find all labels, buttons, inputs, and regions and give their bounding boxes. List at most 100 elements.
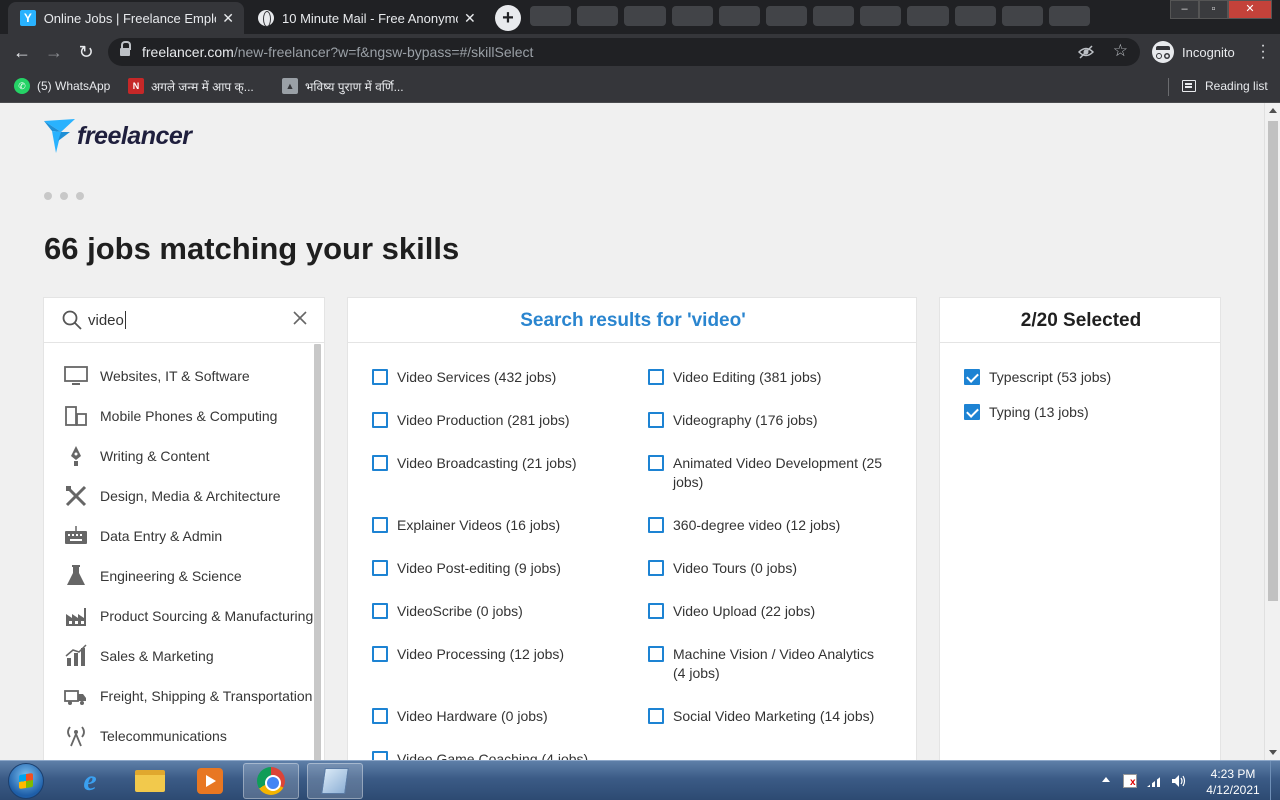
reload-icon[interactable]: ↻ (74, 40, 98, 64)
taskbar-chrome[interactable] (243, 763, 299, 799)
back-arrow-icon[interactable]: ← (10, 40, 34, 64)
design-tools-icon (65, 485, 87, 507)
category-design-media-architecture[interactable]: Design, Media & Architecture (64, 476, 314, 516)
page-scrollbar[interactable] (1264, 103, 1280, 760)
skill-option[interactable]: Video Processing (12 jobs) (372, 645, 612, 664)
skill-option-label: Video Upload (22 jobs) (673, 603, 816, 619)
skill-option[interactable]: Videography (176 jobs) (648, 411, 888, 430)
skill-option[interactable]: VideoScribe (0 jobs) (372, 602, 612, 621)
skill-checkbox[interactable] (648, 560, 664, 576)
skill-checkbox[interactable] (372, 369, 388, 385)
skill-checkbox[interactable] (648, 412, 664, 428)
bookmark-star-icon[interactable]: ☆ (1113, 41, 1128, 61)
browser-menu-icon[interactable]: · · · (1260, 38, 1266, 66)
category-writing-content[interactable]: Writing & Content (64, 436, 314, 476)
action-center-flag-icon[interactable] (1123, 774, 1137, 788)
category-telecommunications[interactable]: Telecommunications (64, 716, 314, 756)
forward-arrow-icon[interactable]: → (42, 40, 66, 64)
incognito-badge[interactable]: Incognito (1146, 38, 1241, 66)
tab-freelancer[interactable]: Y Online Jobs | Freelance Employm ✕ (8, 2, 244, 34)
skill-checkbox[interactable] (372, 560, 388, 576)
skill-option[interactable]: Social Video Marketing (14 jobs) (648, 707, 888, 726)
tab-close-icon[interactable]: ✕ (222, 10, 234, 27)
new-tab-button[interactable]: + (495, 5, 521, 31)
scroll-up-arrow-icon[interactable] (1269, 108, 1277, 113)
start-button[interactable] (8, 763, 44, 799)
skill-checkbox[interactable] (648, 455, 664, 471)
network-signal-icon[interactable] (1147, 775, 1163, 787)
tracking-blocked-eye-icon[interactable] (1078, 44, 1094, 60)
freelancer-favicon-icon: Y (20, 10, 36, 26)
category-scrollbar[interactable] (313, 344, 321, 760)
skill-checkbox[interactable] (648, 646, 664, 662)
taskbar-app-window[interactable] (307, 763, 363, 799)
tab-close-icon[interactable]: ✕ (464, 10, 476, 27)
taskbar-media-player[interactable] (182, 763, 238, 799)
skill-checkbox[interactable] (372, 646, 388, 662)
bookmark-hindi-article-1[interactable]: N अगले जन्म में आप क्... (128, 76, 254, 96)
bookmark-hindi-article-2[interactable]: ▲ भविष्य पुराण में वर्णि... (282, 76, 404, 96)
skill-option[interactable]: Video Upload (22 jobs) (648, 602, 888, 621)
skill-option[interactable]: Explainer Videos (16 jobs) (372, 516, 612, 535)
skill-checkbox[interactable] (648, 603, 664, 619)
scrollbar-thumb[interactable] (314, 344, 321, 760)
skill-checkbox[interactable] (372, 455, 388, 471)
scroll-down-arrow-icon[interactable] (1269, 750, 1277, 755)
skill-option[interactable]: Video Game Coaching (4 jobs) (372, 750, 612, 760)
tab-10-minute-mail[interactable]: 10 Minute Mail - Free Anonymou ✕ (246, 2, 486, 34)
skill-option[interactable]: Video Services (432 jobs) (372, 368, 612, 387)
category-freight-shipping-transportation[interactable]: Freight, Shipping & Transportation (64, 676, 314, 716)
skill-checkbox[interactable] (648, 517, 664, 533)
category-product-sourcing-manufacturing[interactable]: Product Sourcing & Manufacturing (64, 596, 314, 636)
skill-checkbox[interactable] (372, 412, 388, 428)
skill-checkbox[interactable] (372, 708, 388, 724)
volume-icon[interactable] (1172, 775, 1186, 787)
skill-option[interactable]: Video Hardware (0 jobs) (372, 707, 612, 726)
chrome-icon (257, 767, 285, 795)
selected-skill[interactable]: Typing (13 jobs) (964, 403, 1204, 422)
skill-checkbox[interactable] (372, 751, 388, 760)
clear-search-icon[interactable] (291, 309, 309, 327)
url-text[interactable]: freelancer.com/new-freelancer?w=f&ngsw-b… (142, 44, 533, 60)
browser-tab-strip: Y Online Jobs | Freelance Employm ✕ 10 M… (0, 0, 1280, 34)
selected-skill-checkbox[interactable] (964, 404, 980, 420)
restore-button[interactable]: ▫ (1199, 0, 1228, 19)
globe-icon (258, 10, 274, 27)
skill-option[interactable]: Video Production (281 jobs) (372, 411, 612, 430)
system-clock[interactable]: 4:23 PM 4/12/2021 (1192, 766, 1274, 798)
skill-option[interactable]: Video Editing (381 jobs) (648, 368, 888, 387)
taskbar-file-explorer[interactable] (122, 763, 178, 799)
background-tabs[interactable] (530, 6, 1091, 28)
skill-option[interactable]: Video Broadcasting (21 jobs) (372, 454, 612, 473)
selected-skill-checkbox[interactable] (964, 369, 980, 385)
close-window-button[interactable]: ✕ (1228, 0, 1272, 19)
scrollbar-thumb[interactable] (1268, 121, 1278, 601)
category-mobile-computing[interactable]: Mobile Phones & Computing (64, 396, 314, 436)
category-sales-marketing[interactable]: Sales & Marketing (64, 636, 314, 676)
taskbar-internet-explorer[interactable]: e (62, 763, 118, 799)
lock-icon[interactable] (120, 41, 131, 57)
show-desktop-button[interactable] (1270, 761, 1280, 800)
category-data-entry-admin[interactable]: Data Entry & Admin (64, 516, 314, 556)
category-websites-it-software[interactable]: Websites, IT & Software (64, 356, 314, 396)
skill-search-input[interactable] (88, 309, 288, 331)
whatsapp-icon: ✆ (14, 78, 30, 94)
skill-checkbox[interactable] (372, 603, 388, 619)
bookmark-whatsapp[interactable]: ✆ (5) WhatsApp (14, 76, 110, 96)
skill-checkbox[interactable] (372, 517, 388, 533)
skill-option[interactable]: Video Tours (0 jobs) (648, 559, 888, 578)
freelancer-logo[interactable]: freelancer (44, 119, 192, 153)
skill-option[interactable]: 360-degree video (12 jobs) (648, 516, 888, 535)
skill-option[interactable]: Machine Vision / Video Analytics (4 jobs… (648, 645, 888, 683)
reading-list-button[interactable]: Reading list (1182, 76, 1268, 96)
category-engineering-science[interactable]: Engineering & Science (64, 556, 314, 596)
address-bar[interactable]: freelancer.com/new-freelancer?w=f&ngsw-b… (108, 38, 1140, 66)
skill-checkbox[interactable] (648, 369, 664, 385)
skill-option[interactable]: Video Post-editing (9 jobs) (372, 559, 612, 578)
skill-checkbox[interactable] (648, 708, 664, 724)
show-hidden-icons-arrow-icon[interactable] (1102, 777, 1110, 782)
skill-option[interactable]: Animated Video Development (25 jobs) (648, 454, 888, 492)
minimize-button[interactable]: – (1170, 0, 1199, 19)
skill-option-label: Video Editing (381 jobs) (673, 369, 822, 385)
selected-skill[interactable]: Typescript (53 jobs) (964, 368, 1204, 387)
